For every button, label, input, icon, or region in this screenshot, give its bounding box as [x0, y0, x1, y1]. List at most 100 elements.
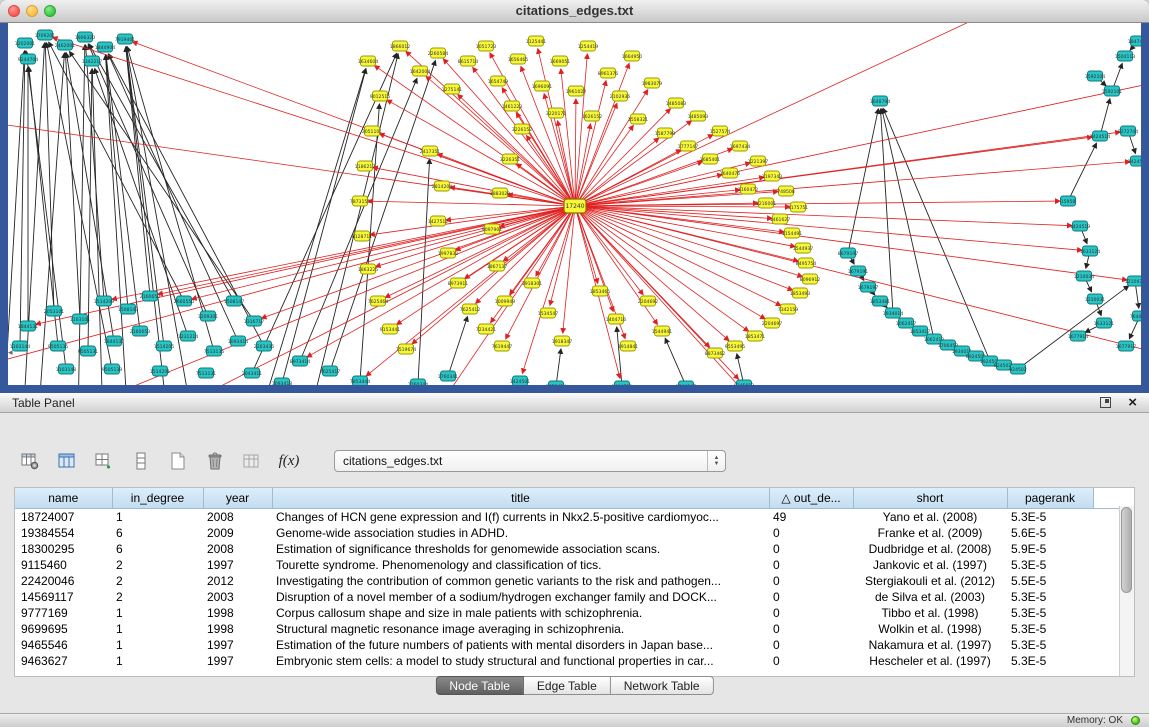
graph-node[interactable]: 7234421 — [476, 324, 497, 334]
graph-node[interactable]: 1544947 — [676, 381, 697, 385]
delete-column-button[interactable] — [129, 449, 153, 473]
graph-node[interactable]: 1504113 — [1115, 51, 1136, 61]
table-row[interactable]: 2242004622012Investigating the contribut… — [15, 573, 1121, 589]
graph-node[interactable]: 8495754 — [796, 258, 817, 268]
graph-node[interactable]: 1210037 — [1125, 276, 1141, 286]
graph-node[interactable]: 1154491 — [782, 228, 803, 238]
graph-node[interactable]: 1642004 — [410, 66, 431, 76]
graph-node[interactable]: 1275141 — [442, 84, 463, 94]
graph-node[interactable]: 8679197 — [838, 248, 859, 258]
graph-node[interactable]: 1656465 — [508, 54, 529, 64]
graph-node[interactable]: 9012515 — [370, 91, 391, 101]
close-panel-icon[interactable]: × — [1128, 394, 1137, 412]
graph-node[interactable]: 1051723 — [476, 41, 497, 51]
graph-node[interactable]: 1918347 — [552, 336, 573, 346]
graph-node[interactable]: 2053101 — [44, 306, 65, 316]
graph-node[interactable]: 1093414 — [228, 336, 249, 346]
graph-node[interactable]: 3226152 — [512, 124, 533, 134]
graph-node[interactable]: 1427512 — [428, 216, 449, 226]
graph-node[interactable]: 7919401 — [115, 34, 136, 44]
graph-node[interactable]: 2204692 — [638, 296, 659, 306]
scrollbar-thumb[interactable] — [1121, 507, 1132, 593]
graph-node[interactable]: 1175751 — [788, 202, 809, 212]
column-header-0[interactable]: name — [15, 488, 112, 509]
graph-node[interactable]: 1867137 — [487, 261, 508, 271]
graph-node[interactable]: 9505135 — [48, 341, 69, 351]
graph-node[interactable]: 1853481 — [870, 296, 891, 306]
graph-node[interactable]: 8615714 — [458, 56, 479, 66]
graph-node[interactable]: 1664950 — [622, 51, 643, 61]
graph-hub-node[interactable]: 17240 — [564, 199, 586, 213]
graph-node[interactable]: 1009949 — [495, 296, 516, 306]
graph-node[interactable]: 2160650 — [140, 291, 161, 301]
graph-node[interactable]: 1697434 — [730, 141, 751, 151]
graph-node[interactable]: 1669051 — [550, 56, 571, 66]
graph-node[interactable]: 1508143 — [118, 304, 139, 314]
graph-node[interactable]: 1844904 — [95, 42, 116, 52]
tab-edge-table[interactable]: Edge Table — [524, 676, 611, 695]
graph-node[interactable]: 9505131 — [78, 346, 99, 356]
graph-node[interactable]: 8973414 — [290, 356, 311, 366]
graph-node[interactable]: 3226351 — [500, 154, 521, 164]
graph-node[interactable]: 1514205 — [154, 341, 175, 351]
graph-node[interactable]: 2263435 — [254, 341, 275, 351]
column-header-2[interactable]: year — [203, 488, 272, 509]
graph-node[interactable]: 1216001 — [756, 198, 777, 208]
graph-node[interactable]: 1648794 — [870, 96, 891, 106]
graph-node[interactable]: 7513131 — [196, 368, 217, 378]
graph-node[interactable]: 1485083 — [666, 98, 687, 108]
graph-node[interactable]: 1847419 — [1128, 36, 1141, 46]
graph-node[interactable]: 1424501 — [510, 376, 531, 385]
graph-node[interactable]: 1696091 — [532, 81, 553, 91]
graph-node[interactable]: 1103148 — [56, 364, 77, 374]
column-header-1[interactable]: in_degree — [112, 488, 203, 509]
graph-node[interactable]: 1863225 — [358, 264, 379, 274]
graph-node[interactable]: 2417351 — [420, 146, 441, 156]
graph-node[interactable]: 1685401 — [700, 154, 721, 164]
graph-node[interactable]: 7342159 — [778, 304, 799, 314]
graph-node[interactable]: 8873462 — [705, 348, 726, 358]
table-row[interactable]: 969969511998Structural magnetic resonanc… — [15, 621, 1121, 637]
graph-node[interactable]: 1404716 — [606, 314, 627, 324]
graph-node[interactable]: 1160472 — [738, 184, 759, 194]
graph-node[interactable]: 1231214 — [178, 331, 199, 341]
graph-node[interactable]: 1210034 — [1074, 271, 1095, 281]
graph-node[interactable]: 1592101 — [1102, 86, 1123, 96]
graph-node[interactable]: 2260584 — [428, 48, 449, 58]
graph-node[interactable]: 1640476 — [720, 168, 741, 178]
table-row[interactable]: 1456911722003Disruption of a novel membe… — [15, 589, 1121, 605]
column-header-6[interactable]: pagerank — [1007, 488, 1093, 509]
tab-node-table[interactable]: Node Table — [435, 676, 524, 695]
graph-node[interactable]: 1202001 — [15, 38, 36, 48]
network-window-titlebar[interactable]: citations_edges.txt — [0, 0, 1149, 23]
table-row[interactable]: 977716911998Corpus callosum shape and si… — [15, 605, 1121, 621]
graph-node[interactable]: 1961022 — [566, 86, 587, 96]
graph-node[interactable]: 1677917 — [1116, 341, 1137, 351]
graph-node[interactable]: 1866012 — [390, 41, 411, 51]
graph-node[interactable]: 1514201 — [150, 366, 171, 376]
graph-node[interactable]: 1906320 — [75, 32, 96, 42]
graph-node[interactable]: 2160653 — [130, 326, 151, 336]
graph-node[interactable]: 7625412 — [460, 304, 481, 314]
graph-node[interactable]: 1654749 — [488, 76, 509, 86]
graph-node[interactable]: 1424519 — [1070, 221, 1091, 231]
graph-node[interactable]: 1544937 — [793, 243, 814, 253]
graph-node[interactable]: 15958 — [1061, 196, 1076, 206]
graph-node[interactable]: 1997832 — [438, 248, 459, 258]
graph-node[interactable]: 1777147 — [678, 141, 699, 151]
graph-node[interactable]: 9272744 — [1118, 126, 1139, 136]
graph-node[interactable]: 9245012 — [734, 380, 755, 385]
graph-node[interactable]: 7625417 — [320, 366, 341, 376]
graph-node[interactable]: 1558321 — [628, 114, 649, 124]
graph-node[interactable]: 2043411 — [242, 368, 263, 378]
graph-node[interactable]: 7519674 — [396, 344, 417, 354]
graph-node[interactable]: 1918301 — [522, 278, 543, 288]
graph-node[interactable]: 2660550 — [174, 296, 195, 306]
function-builder-button[interactable]: f(x) — [277, 449, 301, 473]
graph-node[interactable]: 1508147 — [224, 296, 245, 306]
graph-node[interactable]: 1514209 — [94, 296, 115, 306]
graph-node[interactable]: 1461627 — [770, 214, 791, 224]
graph-node[interactable]: 9097901 — [482, 224, 503, 234]
graph-node[interactable]: 1677914 — [1068, 331, 1089, 341]
graph-node[interactable]: 1342217 — [82, 56, 103, 66]
